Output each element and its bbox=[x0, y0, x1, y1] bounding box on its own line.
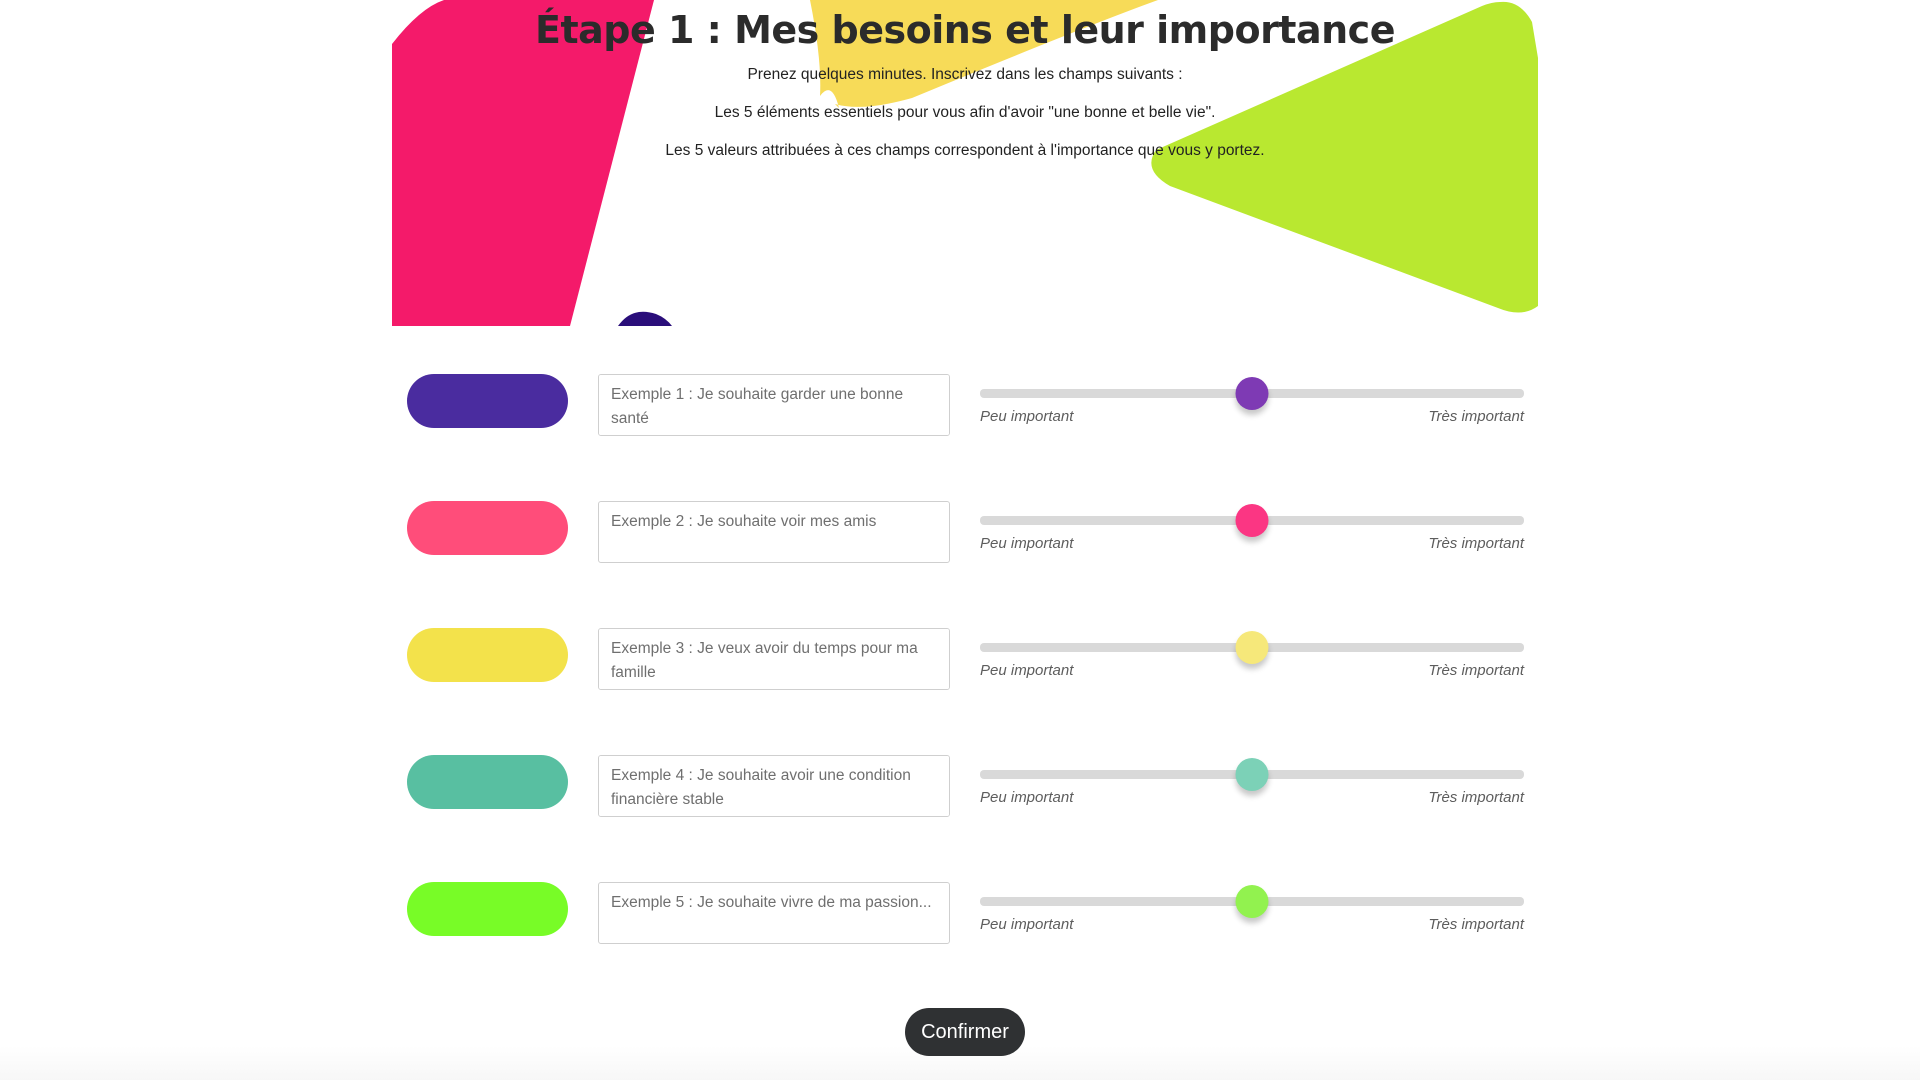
need-color-pill-3[interactable] bbox=[407, 628, 568, 682]
need-input-2[interactable] bbox=[598, 501, 950, 563]
need-color-pill-5[interactable] bbox=[407, 882, 568, 936]
intro-line-1: Prenez quelques minutes. Inscrivez dans … bbox=[747, 66, 1183, 83]
need-input-5[interactable] bbox=[598, 882, 950, 944]
page-title: Étape 1 : Mes besoins et leur importance bbox=[535, 8, 1395, 52]
slider-min-label: Peu important bbox=[980, 535, 1074, 552]
need-row-1: Peu important Très important bbox=[407, 374, 1525, 438]
need-color-pill-1[interactable] bbox=[407, 374, 568, 428]
slider-max-label: Très important bbox=[1428, 408, 1524, 425]
slider-thumb[interactable] bbox=[1235, 631, 1269, 664]
slider-thumb[interactable] bbox=[1235, 885, 1269, 918]
importance-slider-4[interactable]: Peu important Très important bbox=[980, 755, 1524, 819]
need-row-4: Peu important Très important bbox=[407, 755, 1525, 819]
slider-min-label: Peu important bbox=[980, 916, 1074, 933]
need-input-4[interactable] bbox=[598, 755, 950, 817]
need-input-1[interactable] bbox=[598, 374, 950, 436]
need-input-3[interactable] bbox=[598, 628, 950, 690]
slider-max-label: Très important bbox=[1428, 916, 1524, 933]
slider-min-label: Peu important bbox=[980, 662, 1074, 679]
slider-thumb[interactable] bbox=[1235, 377, 1269, 410]
slider-min-label: Peu important bbox=[980, 789, 1074, 806]
need-row-5: Peu important Très important bbox=[407, 882, 1525, 946]
slider-max-label: Très important bbox=[1428, 535, 1524, 552]
hero-text: Étape 1 : Mes besoins et leur importance… bbox=[392, 0, 1538, 160]
need-color-pill-4[interactable] bbox=[407, 755, 568, 809]
importance-slider-5[interactable]: Peu important Très important bbox=[980, 882, 1524, 946]
slider-thumb[interactable] bbox=[1235, 758, 1269, 791]
navy-dot bbox=[618, 311, 672, 326]
need-row-3: Peu important Très important bbox=[407, 628, 1525, 692]
confirm-button[interactable]: Confirmer bbox=[905, 1008, 1025, 1056]
slider-thumb[interactable] bbox=[1235, 504, 1269, 537]
importance-slider-2[interactable]: Peu important Très important bbox=[980, 501, 1524, 565]
need-color-pill-2[interactable] bbox=[407, 501, 568, 555]
hero-banner: Étape 1 : Mes besoins et leur importance… bbox=[392, 0, 1538, 326]
importance-slider-1[interactable]: Peu important Très important bbox=[980, 374, 1524, 438]
slider-min-label: Peu important bbox=[980, 408, 1074, 425]
need-row-2: Peu important Très important bbox=[407, 501, 1525, 565]
intro-line-2: Les 5 éléments essentiels pour vous afin… bbox=[714, 104, 1216, 121]
importance-slider-3[interactable]: Peu important Très important bbox=[980, 628, 1524, 692]
slider-max-label: Très important bbox=[1428, 662, 1524, 679]
intro-line-3: Les 5 valeurs attribuées à ces champs co… bbox=[665, 142, 1265, 159]
slider-max-label: Très important bbox=[1428, 789, 1524, 806]
